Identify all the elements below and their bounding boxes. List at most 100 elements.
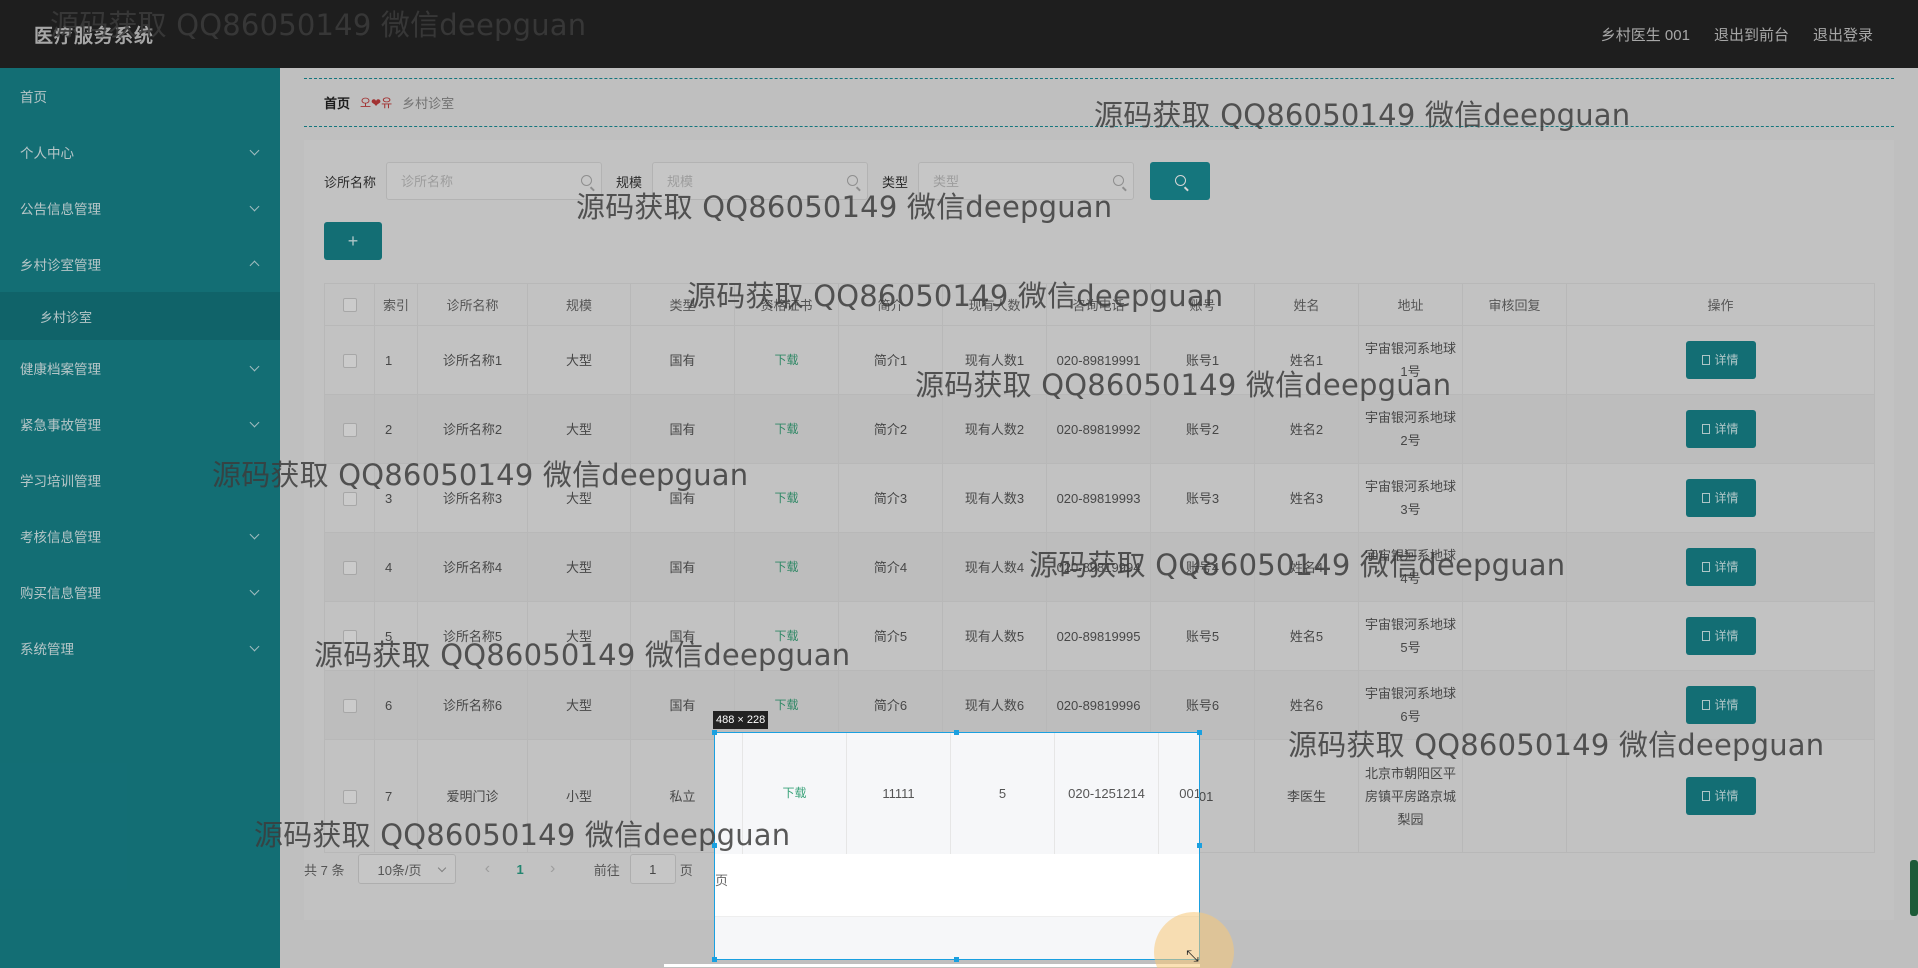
search-button[interactable] xyxy=(1150,162,1211,200)
cell-scale: 大型 xyxy=(527,532,631,602)
row-checkbox[interactable] xyxy=(342,423,357,438)
cell-address: 宇宙银河系地球5号 xyxy=(1358,601,1463,671)
cell-actions: 详情 xyxy=(1566,739,1875,853)
resize-handle[interactable] xyxy=(1197,730,1202,735)
resize-handle[interactable] xyxy=(1197,843,1202,848)
detail-button[interactable]: 详情 xyxy=(1685,341,1756,379)
row-checkbox[interactable] xyxy=(342,354,357,369)
resize-handle[interactable] xyxy=(954,730,959,735)
detail-label: 详情 xyxy=(1714,628,1739,643)
add-button[interactable]: + xyxy=(324,222,382,260)
type-input[interactable] xyxy=(919,163,1134,199)
row-checkbox[interactable] xyxy=(342,790,357,805)
cell-type: 国有 xyxy=(630,394,735,464)
table-row: 1 诊所名称1 大型 国有 下载 简介1 现有人数1 020-89819991 账号1 姓名1 宇宙… xyxy=(324,325,1875,395)
goto-page-input[interactable] xyxy=(630,855,675,883)
cell-count: 现有人数5 xyxy=(942,601,1047,671)
resize-handle[interactable] xyxy=(712,730,717,735)
sidebar-item-label: 乡村诊室管理 xyxy=(20,258,101,273)
detail-button[interactable]: 详情 xyxy=(1685,548,1756,586)
clinic-name-input[interactable] xyxy=(387,163,602,199)
cell-index: 5 xyxy=(374,601,418,671)
document-icon xyxy=(1702,791,1711,801)
cell-type: 国有 xyxy=(630,463,735,533)
cell-intro: 简介2 xyxy=(838,394,943,464)
prev-page-button[interactable]: ‹ xyxy=(472,860,502,878)
cell-reply xyxy=(1462,394,1567,464)
cell-name: 诊所名称1 xyxy=(417,325,528,395)
breadcrumb-home[interactable]: 首页 xyxy=(324,93,350,112)
cell-index: 1 xyxy=(374,325,418,395)
download-link[interactable]: 下载 xyxy=(774,560,798,574)
resize-handle[interactable] xyxy=(712,957,717,962)
column-header: 地址 xyxy=(1358,283,1463,326)
sidebar-item-training[interactable]: 学习培训管理 xyxy=(0,452,280,508)
detail-button[interactable]: 详情 xyxy=(1685,617,1756,655)
sidebar-item-home[interactable]: 首页 xyxy=(0,68,280,124)
cell-phone: 020-89819992 xyxy=(1046,394,1151,464)
selection-white-area: 页 xyxy=(715,854,1199,916)
selection-rectangle[interactable]: 下载 11111 5 020-1251214 001 页 xyxy=(714,732,1200,960)
search-icon xyxy=(581,175,593,186)
row-checkbox[interactable] xyxy=(342,561,357,576)
document-icon xyxy=(1702,700,1711,710)
sidebar-item-notice[interactable]: 公告信息管理 xyxy=(0,180,280,236)
resize-handle[interactable] xyxy=(712,843,717,848)
cell-index: 7 xyxy=(374,739,418,853)
sidebar-item-emergency[interactable]: 紧急事故管理 xyxy=(0,396,280,452)
sidebar-item-assessment[interactable]: 考核信息管理 xyxy=(0,508,280,564)
detail-button[interactable]: 详情 xyxy=(1685,410,1756,448)
row-checkbox[interactable] xyxy=(342,630,357,645)
sidebar-subitem-clinic[interactable]: 乡村诊室 xyxy=(0,292,280,340)
column-header: 姓名 xyxy=(1254,283,1359,326)
download-link[interactable]: 下载 xyxy=(774,491,798,505)
type-field xyxy=(918,162,1135,200)
page-number[interactable]: 1 xyxy=(516,862,523,877)
cell-scale: 小型 xyxy=(527,739,631,853)
sidebar-item-health-records[interactable]: 健康档案管理 xyxy=(0,340,280,396)
column-header: 咨询电话 xyxy=(1046,283,1151,326)
sidebar-item-purchase[interactable]: 购买信息管理 xyxy=(0,564,280,620)
cell-name: 爱明门诊 xyxy=(417,739,528,853)
sidebar-item-system[interactable]: 系统管理 xyxy=(0,620,280,676)
logout-link[interactable]: 退出登录 xyxy=(1813,24,1873,45)
scrollbar-thumb[interactable] xyxy=(1910,860,1918,916)
download-link[interactable]: 下载 xyxy=(774,353,798,367)
column-header: 账号 xyxy=(1150,283,1255,326)
pagination-total: 共 7 条 xyxy=(304,862,345,878)
exit-to-front-link[interactable]: 退出到前台 xyxy=(1714,24,1789,45)
table-row: 3 诊所名称3 大型 国有 下载 简介3 现有人数3 020-89819993 账号3 姓名3 宇宙… xyxy=(324,463,1875,533)
cell-intro: 简介3 xyxy=(838,463,943,533)
sidebar-item-personal[interactable]: 个人中心 xyxy=(0,124,280,180)
chevron-down-icon xyxy=(249,417,260,427)
scale-input[interactable] xyxy=(653,163,868,199)
download-link[interactable]: 下载 xyxy=(782,783,806,804)
cell-person: 姓名3 xyxy=(1254,463,1359,533)
row-checkbox[interactable] xyxy=(342,699,357,714)
selection-bottom-area xyxy=(715,916,1199,959)
download-link[interactable]: 下载 xyxy=(774,422,798,436)
cell-account: 账号5 xyxy=(1150,601,1255,671)
cell-actions: 详情 xyxy=(1566,394,1875,464)
cell-phone: 020-89819994 xyxy=(1046,532,1151,602)
selection-goto-suffix: 页 xyxy=(715,873,729,888)
select-all-checkbox[interactable] xyxy=(342,298,357,313)
row-checkbox[interactable] xyxy=(342,492,357,507)
cell-phone: 020-89819991 xyxy=(1046,325,1151,395)
detail-button[interactable]: 详情 xyxy=(1685,777,1756,815)
sidebar-item-clinic[interactable]: 乡村诊室管理 xyxy=(0,236,280,292)
resize-handle[interactable] xyxy=(954,957,959,962)
cell-address: 宇宙银河系地球3号 xyxy=(1358,463,1463,533)
download-link[interactable]: 下载 xyxy=(774,698,798,712)
next-page-button[interactable]: › xyxy=(538,860,568,878)
page-size-select[interactable]: 10条/页 xyxy=(358,854,457,884)
cell-actions: 详情 xyxy=(1566,325,1875,395)
current-user-link[interactable]: 乡村医生 001 xyxy=(1601,24,1690,45)
download-link[interactable]: 下载 xyxy=(774,629,798,643)
detail-label: 详情 xyxy=(1714,788,1739,803)
column-header: 诊所名称 xyxy=(417,283,528,326)
detail-button[interactable]: 详情 xyxy=(1685,479,1756,517)
cell-name: 诊所名称4 xyxy=(417,532,528,602)
cell-account: 账号2 xyxy=(1150,394,1255,464)
detail-button[interactable]: 详情 xyxy=(1685,686,1756,724)
